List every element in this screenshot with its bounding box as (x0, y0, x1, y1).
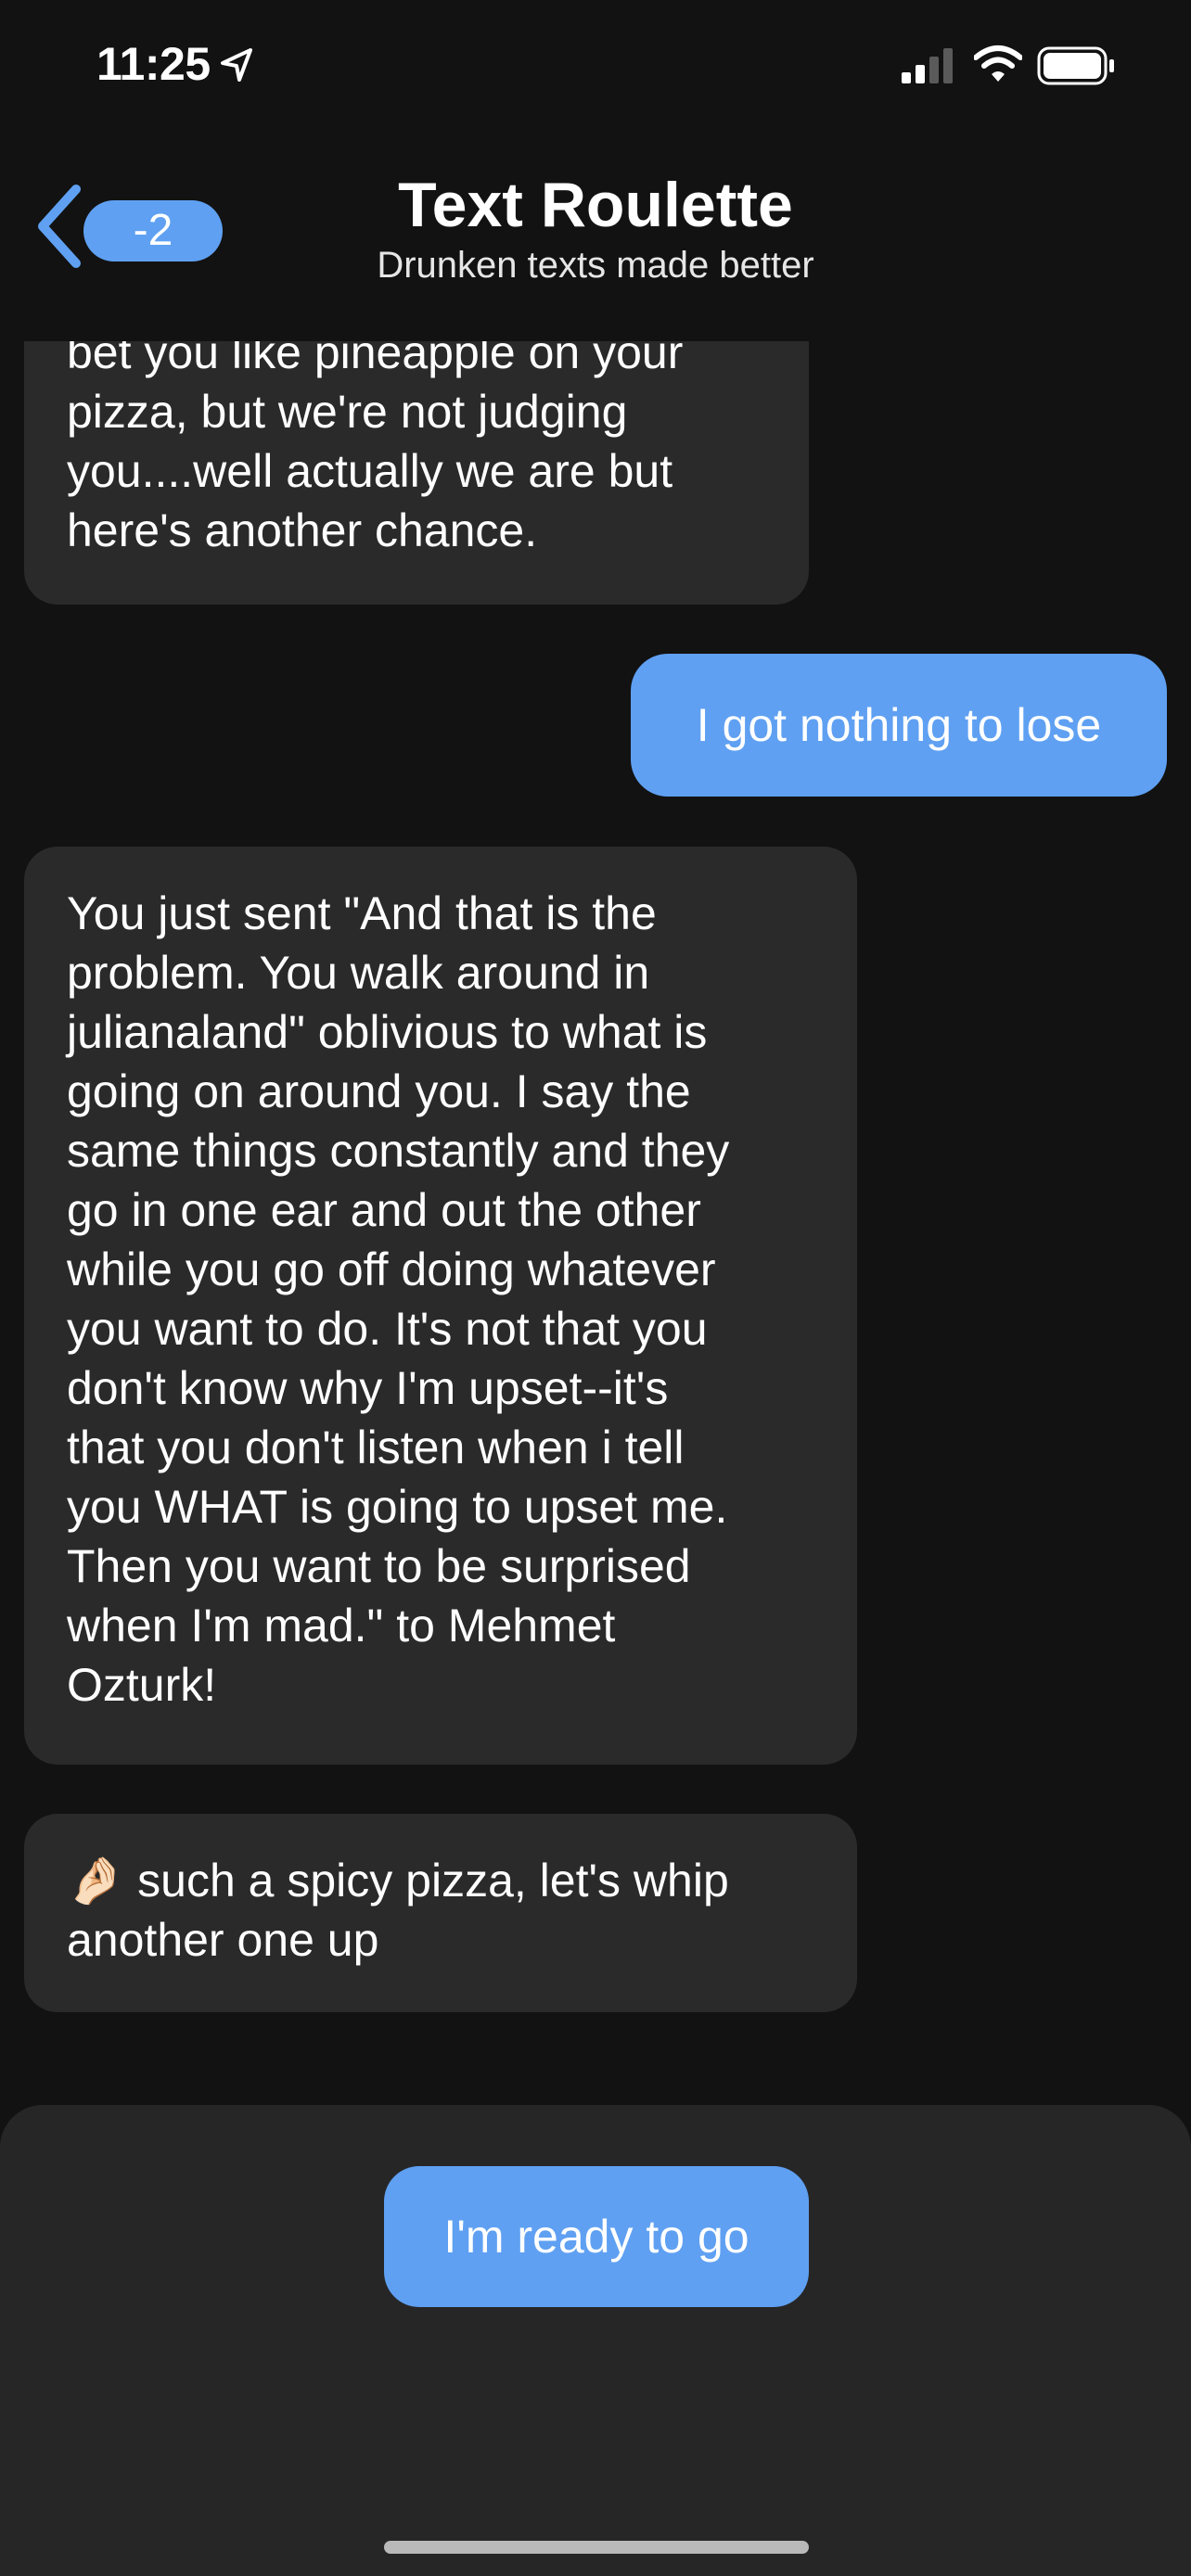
cellular-signal-icon (902, 48, 953, 83)
message-line: I got nothing to lose (696, 699, 1102, 751)
ready-to-go-button[interactable]: I'm ready to go (384, 2166, 809, 2307)
message-line: here's another chance. (67, 504, 538, 556)
battery-icon (1037, 46, 1114, 85)
wifi-icon (974, 45, 1022, 82)
incoming-message-bubble: You just sent "And that is the problem. … (24, 847, 857, 1765)
message-line: while you go off doing whatever (67, 1243, 716, 1295)
message-line: pizza, but we're not judging (67, 386, 628, 438)
home-indicator[interactable] (384, 2541, 809, 2554)
message-line: you....well actually we are but (67, 445, 673, 497)
page-title: Text Roulette (398, 170, 793, 240)
message-line: Then you want to be surprised (67, 1540, 691, 1592)
message-line: you WHAT is going to upset me. (67, 1481, 728, 1533)
message-line: you want to do. It's not that you (67, 1303, 708, 1355)
status-bar: 11:25 (0, 0, 1191, 139)
incoming-message-bubble: bet you like pineapple on your pizza, bu… (24, 341, 809, 605)
message-line: when I'm mad." to Mehmet (67, 1600, 616, 1651)
message-list: bet you like pineapple on your pizza, bu… (0, 341, 1191, 2103)
message-line: bet you like pineapple on your (67, 341, 684, 378)
reply-options-panel: I'm ready to go (0, 2105, 1191, 2576)
location-arrow-icon (221, 48, 252, 82)
message-line: that you don't listen when i tell (67, 1422, 685, 1473)
page-subtitle: Drunken texts made better (377, 245, 814, 286)
message-line: don't know why I'm upset--it's (67, 1362, 669, 1414)
message-line: julianaland" oblivious to what is (67, 1006, 708, 1058)
status-time: 11:25 (96, 38, 211, 90)
message-line: problem. You walk around in (67, 947, 650, 999)
incoming-message-bubble: 🤌🏻 such a spicy pizza, let's whip anothe… (24, 1814, 857, 2012)
message-line: 🤌🏻 such a spicy pizza, let's whip (67, 1855, 729, 1906)
chat-screen: 11:25 -2 Text Roulette Drunken texts mad… (0, 0, 1191, 2576)
outgoing-message-bubble: I got nothing to lose (631, 654, 1167, 797)
message-line: another one up (67, 1914, 379, 1966)
message-line: Ozturk! (67, 1659, 217, 1711)
message-line: You just sent "And that is the (67, 887, 657, 939)
message-line: going on around you. I say the (67, 1065, 691, 1117)
message-line: same things constantly and they (67, 1125, 730, 1177)
nav-header: -2 Text Roulette Drunken texts made bett… (0, 139, 1191, 334)
message-line: go in one ear and out the other (67, 1184, 701, 1236)
